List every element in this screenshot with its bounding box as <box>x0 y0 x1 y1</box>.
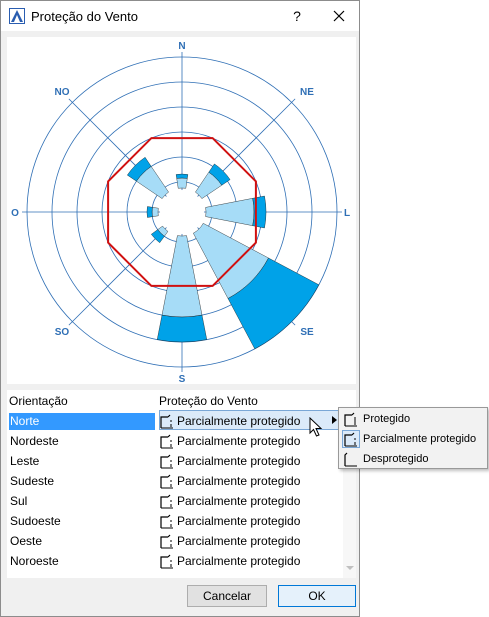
grid-row-nordeste[interactable]: Nordeste Parcialmente protegido <box>7 430 341 450</box>
wind-rose-panel: N NE L SE S SO O NO <box>7 37 356 384</box>
rose-sector-o <box>146 206 153 218</box>
row-orientation: Norte <box>9 413 155 430</box>
protection-value: Parcialmente protegido <box>177 474 301 488</box>
protection-value: Parcialmente protegido <box>177 434 301 448</box>
column-header-protection: Proteção do Vento <box>159 394 258 408</box>
close-button[interactable] <box>327 5 351 27</box>
protection-dropdown[interactable]: Parcialmente protegido <box>159 510 341 530</box>
protection-dropdown[interactable]: Parcialmente protegido <box>159 470 341 490</box>
mouse-cursor-icon <box>309 417 323 437</box>
row-orientation: Nordeste <box>10 434 59 448</box>
app-icon <box>9 8 25 24</box>
partially-protected-icon <box>160 494 173 509</box>
direction-label-l: L <box>344 208 350 219</box>
rose-sector-o <box>151 207 159 217</box>
partially-protected-icon <box>160 554 173 569</box>
rose-sector-n <box>176 177 188 189</box>
wind-rose-diagram: N NE L SE S SO O NO <box>11 41 350 384</box>
protection-dropdown[interactable]: Parcialmente protegido <box>159 490 341 510</box>
rose-sector-s <box>161 235 203 318</box>
partially-protected-icon <box>160 454 173 469</box>
partially-protected-icon <box>160 434 173 449</box>
direction-label-o: O <box>11 208 19 219</box>
grid-header: Orientação Proteção do Vento <box>7 390 356 410</box>
partially-protected-icon <box>342 430 360 448</box>
menu-item-desprotegido[interactable]: Desprotegido <box>340 449 486 469</box>
protection-dropdown[interactable]: Parcialmente protegido <box>159 530 341 550</box>
wind-protection-dialog: Proteção do Vento ? N NE L SE S SO O NO … <box>0 0 360 617</box>
title-bar: Proteção do Vento ? <box>1 1 359 31</box>
submenu-arrow-icon <box>332 416 337 424</box>
partially-protected-icon <box>160 534 173 549</box>
close-icon <box>333 10 345 22</box>
grid-row-noroeste[interactable]: Noroeste Parcialmente protegido <box>7 550 341 570</box>
rose-sector-l <box>252 195 267 229</box>
rose-sector-s <box>156 314 208 343</box>
rose-hub <box>160 190 204 234</box>
row-orientation: Oeste <box>10 534 43 548</box>
direction-label-se: SE <box>300 327 314 338</box>
direction-label-ne: NE <box>300 87 314 98</box>
protection-options-menu: Protegido Parcialmente protegido Desprot… <box>338 407 488 469</box>
menu-item-protegido[interactable]: Protegido <box>340 409 486 429</box>
direction-label-no: NO <box>55 87 70 98</box>
row-orientation: Sul <box>10 494 28 508</box>
grid-row-sudeste[interactable]: Sudeste Parcialmente protegido <box>7 470 341 490</box>
menu-item-label: Desprotegido <box>363 453 429 465</box>
ok-button[interactable]: OK <box>278 585 356 607</box>
direction-label-so: SO <box>55 327 70 338</box>
scroll-down-icon[interactable] <box>346 566 354 570</box>
protection-value: Parcialmente protegido <box>177 454 301 468</box>
rose-sector-l <box>205 198 255 226</box>
row-orientation: Noroeste <box>10 554 59 568</box>
cancel-button[interactable]: Cancelar <box>187 585 267 607</box>
protection-value: Parcialmente protegido <box>177 534 301 548</box>
row-orientation: Leste <box>10 454 40 468</box>
grid-row-sul[interactable]: Sul Parcialmente protegido <box>7 490 341 510</box>
protected-icon <box>344 412 357 427</box>
protection-value: Parcialmente protegido <box>177 554 301 568</box>
grid-row-leste[interactable]: Leste Parcialmente protegido <box>7 450 341 470</box>
direction-label-n: N <box>178 41 185 52</box>
protection-value: Parcialmente protegido <box>177 514 301 528</box>
menu-item-label: Parcialmente protegido <box>363 433 477 445</box>
protection-dropdown[interactable]: Parcialmente protegido <box>159 450 341 470</box>
unprotected-icon <box>344 452 357 467</box>
partially-protected-icon <box>160 414 173 429</box>
column-header-orientation: Orientação <box>9 394 68 408</box>
grid-row-norte[interactable]: Norte Parcialmente protegido <box>7 410 341 430</box>
partially-protected-icon <box>160 474 173 489</box>
menu-item-label: Protegido <box>363 413 411 425</box>
orientation-grid: Orientação Proteção do Vento Norte Parci… <box>7 390 356 578</box>
grid-row-oeste[interactable]: Oeste Parcialmente protegido <box>7 530 341 550</box>
window-title: Proteção do Vento <box>31 9 138 24</box>
row-orientation: Sudoeste <box>10 514 61 528</box>
grid-row-sudoeste[interactable]: Sudoeste Parcialmente protegido <box>7 510 341 530</box>
direction-label-s: S <box>179 374 186 384</box>
protection-value: Parcialmente protegido <box>177 414 301 428</box>
protection-value: Parcialmente protegido <box>177 494 301 508</box>
menu-item-parcialmente-protegido[interactable]: Parcialmente protegido <box>340 429 486 449</box>
rose-sector-n <box>175 173 189 179</box>
protection-dropdown[interactable]: Parcialmente protegido <box>159 550 341 570</box>
partially-protected-icon <box>160 514 173 529</box>
row-orientation: Sudeste <box>10 474 55 488</box>
help-button[interactable]: ? <box>286 5 308 27</box>
